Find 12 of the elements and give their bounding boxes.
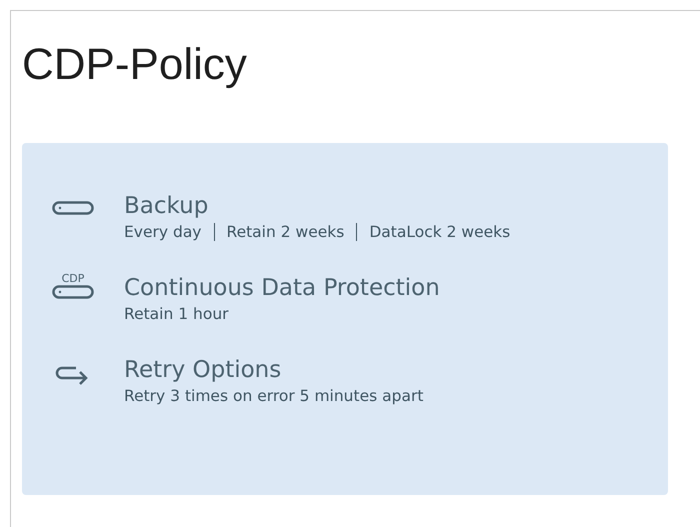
section-detail: DataLock 2 weeks [369,222,510,243]
section-title: Continuous Data Protection [124,274,440,303]
section-title: Backup [124,192,210,221]
drive-icon [52,201,94,215]
section-detail: Retry 3 times on error 5 minutes apart [124,386,424,407]
section-title: Retry Options [124,356,282,385]
drive-icon [52,285,94,299]
section-detail: Retain 2 weeks [226,222,344,243]
icon-label: CDP [62,273,84,285]
section-detail: Every day [124,222,202,243]
page-title: CDP-Policy [22,39,248,91]
section-detail: Retain 1 hour [124,304,229,325]
